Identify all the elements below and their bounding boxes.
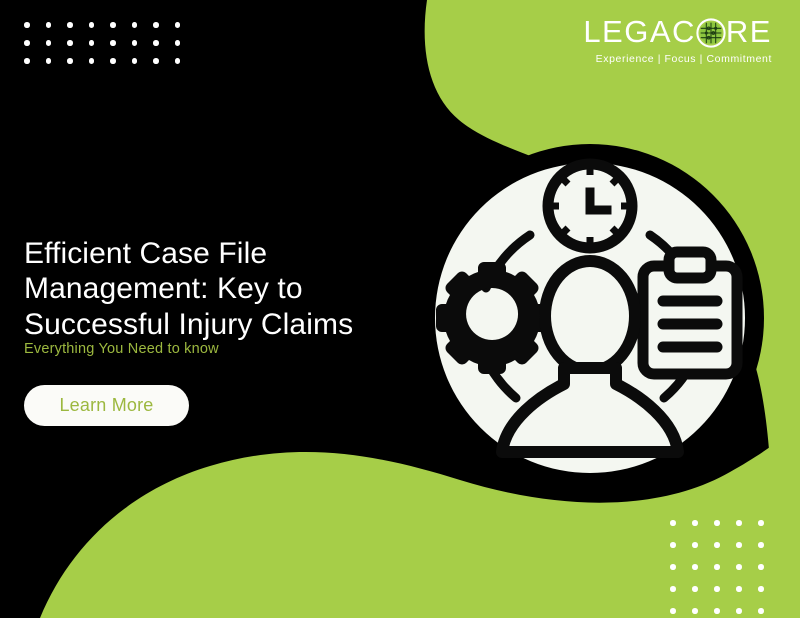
dot [45,40,51,46]
dot [174,40,180,46]
dot [67,22,73,28]
dot-grid-top-left [24,22,196,76]
dot [670,586,676,592]
dot [131,40,137,46]
dot [736,520,742,526]
dot [24,58,30,64]
dot [692,564,698,570]
brand-logo[interactable]: LEGAC RE Experience | Focus | Commitment [583,16,772,65]
dot [692,608,698,614]
dot [67,58,73,64]
dot [758,542,764,548]
dot [736,564,742,570]
dot [110,58,116,64]
case-management-illustration [435,158,745,473]
dot-grid-bottom-right [670,520,780,618]
dot [131,58,137,64]
dot [736,608,742,614]
dot [692,520,698,526]
page-title: Efficient Case File Management: Key to S… [24,237,354,341]
dot [670,542,676,548]
dot [670,520,676,526]
dot [110,40,116,46]
promo-banner: LEGAC RE Experience | Focus | Commitment… [0,0,800,618]
logo-word-part-2: RE [725,14,772,49]
dot [110,22,116,28]
page-subtitle: Everything You Need to know [24,341,219,357]
dot [758,520,764,526]
dot [692,542,698,548]
dot [174,58,180,64]
dot [131,22,137,28]
dot [88,58,94,64]
gear-icon [436,262,548,374]
dot [174,22,180,28]
dot [45,22,51,28]
dot [24,22,30,28]
dot [692,586,698,592]
dot [758,586,764,592]
dot [24,40,30,46]
dot [45,58,51,64]
dot [714,542,720,548]
dot [88,40,94,46]
dot [736,542,742,548]
dot [736,586,742,592]
dot [714,586,720,592]
dot [758,564,764,570]
dot [153,22,159,28]
dot [670,564,676,570]
dot [67,40,73,46]
dot [153,58,159,64]
puzzle-circle-icon [696,17,726,48]
logo-word-part-1: LEGAC [583,14,696,49]
dot [88,22,94,28]
learn-more-button[interactable]: Learn More [24,385,189,426]
logo-wordmark: LEGAC RE [583,14,772,49]
clipboard-icon [637,246,743,380]
dot [714,564,720,570]
dot [153,40,159,46]
dot [714,608,720,614]
dot [758,608,764,614]
dot [714,520,720,526]
dot [670,608,676,614]
logo-tagline: Experience | Focus | Commitment [595,53,772,65]
